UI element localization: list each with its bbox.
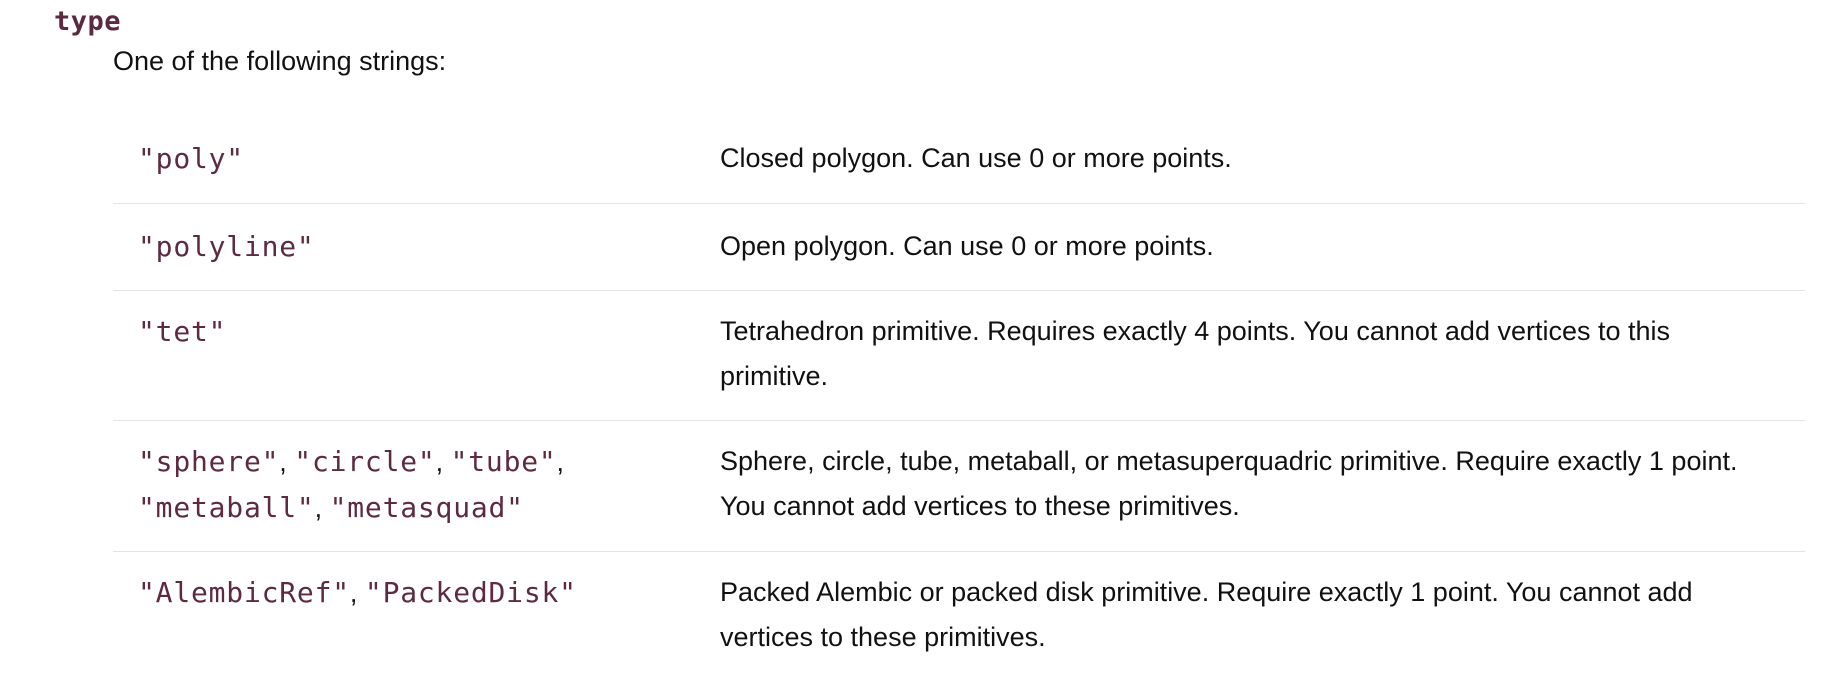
separator: ,: [314, 493, 323, 523]
term-heading: type: [54, 6, 122, 37]
table-row: "sphere", "circle", "tube", "metaball", …: [113, 421, 1805, 552]
table-row: "AlembicRef", "PackedDisk" Packed Alembi…: [113, 552, 1805, 672]
values-table: "poly" Closed polygon. Can use 0 or more…: [113, 116, 1805, 672]
code-literal: "AlembicRef": [138, 576, 350, 609]
code-literal: "tube": [450, 445, 557, 478]
description-cell: Open polygon. Can use 0 or more points.: [720, 231, 1214, 261]
separator: ,: [556, 447, 565, 477]
value-cell: "poly": [113, 136, 720, 203]
separator: ,: [279, 447, 287, 477]
description-cell: Packed Alembic or packed disk primitive.…: [720, 577, 1693, 652]
description-cell: Closed polygon. Can use 0 or more points…: [720, 143, 1232, 173]
code-literal: "tet": [138, 315, 227, 348]
code-literal: "metaball": [138, 491, 315, 524]
table-row: "polyline" Open polygon. Can use 0 or mo…: [113, 204, 1805, 291]
value-cell: "sphere", "circle", "tube", "metaball", …: [113, 439, 720, 551]
description-cell: Tetrahedron primitive. Requires exactly …: [720, 316, 1671, 391]
code-literal: "metasquad": [329, 491, 524, 524]
separator: ,: [349, 578, 358, 608]
description-cell: Sphere, circle, tube, metaball, or metas…: [720, 446, 1738, 521]
table-row: "tet" Tetrahedron primitive. Requires ex…: [113, 291, 1805, 421]
value-cell: "tet": [113, 309, 720, 420]
value-cell: "polyline": [113, 224, 720, 290]
value-cell: "AlembicRef", "PackedDisk": [113, 570, 720, 672]
code-literal: "circle": [294, 445, 436, 478]
separator: ,: [435, 447, 444, 477]
code-literal: "PackedDisk": [364, 576, 577, 609]
code-literal: "sphere": [138, 445, 280, 478]
code-literal: "polyline": [138, 230, 315, 263]
code-literal: "poly": [138, 142, 244, 175]
table-row: "poly" Closed polygon. Can use 0 or more…: [113, 116, 1805, 204]
intro-text: One of the following strings:: [113, 46, 447, 76]
